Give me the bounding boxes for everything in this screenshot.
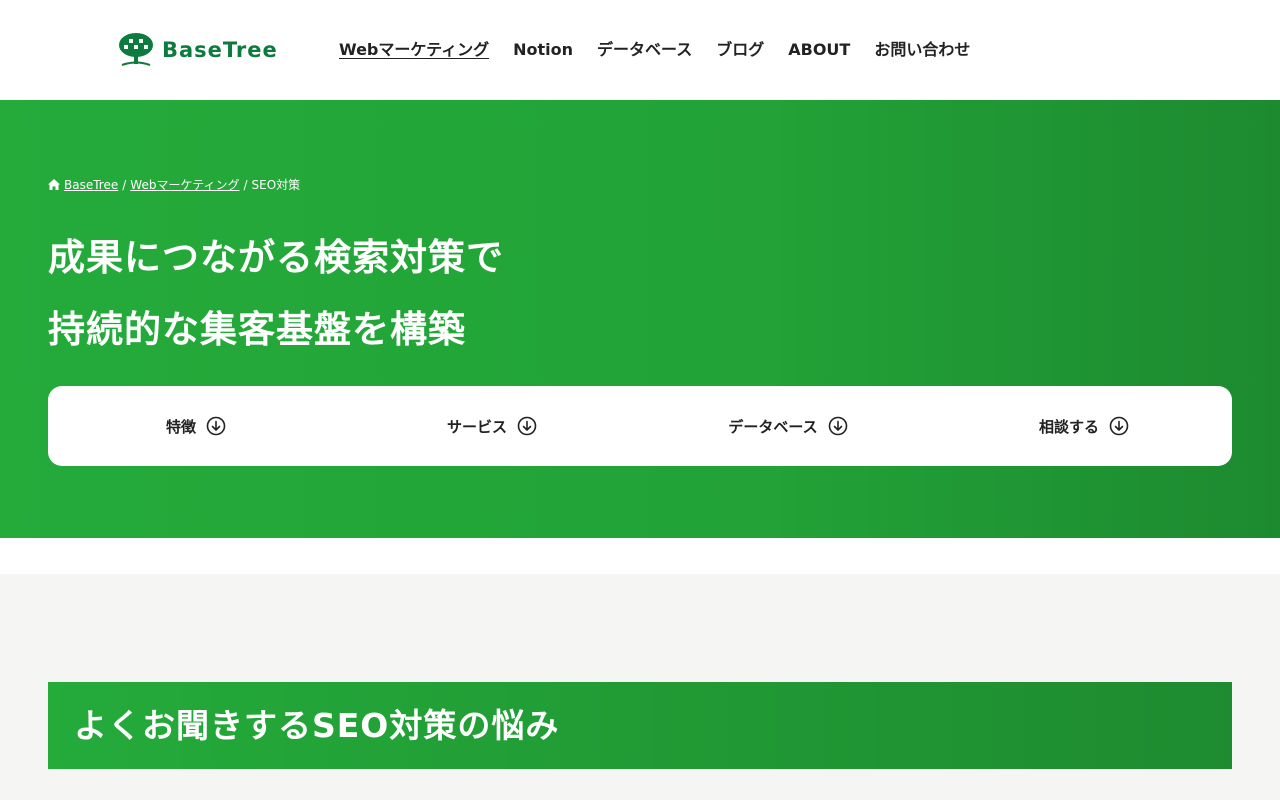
main-nav: Webマーケティング Notion データベース ブログ ABOUT お問い合わ… [339, 38, 970, 62]
hero-title-line2: 持続的な集客基盤を構築 [48, 308, 466, 351]
concerns-section: よくお聞きするSEO対策の悩み [0, 574, 1280, 800]
home-icon [48, 179, 60, 190]
breadcrumb-separator: / [243, 177, 248, 192]
breadcrumb: BaseTree / Webマーケティング / SEO対策 [48, 176, 300, 193]
anchor-features[interactable]: 特徴 [48, 386, 344, 466]
anchor-nav: 特徴 サービス データベース 相談する [48, 386, 1232, 466]
nav-database[interactable]: データベース [597, 38, 692, 62]
section-separator [0, 538, 1280, 574]
nav-web-marketing[interactable]: Webマーケティング [339, 38, 489, 62]
nav-about[interactable]: ABOUT [788, 38, 850, 62]
anchor-database[interactable]: データベース [640, 386, 936, 466]
hero: BaseTree / Webマーケティング / SEO対策 成果につながる検索対… [0, 100, 1280, 538]
section-heading: よくお聞きするSEO対策の悩み [48, 682, 1232, 769]
anchor-label: 特徴 [165, 417, 196, 436]
breadcrumb-web-marketing[interactable]: Webマーケティング [130, 176, 239, 193]
site-header: BaseTree Webマーケティング Notion データベース ブログ AB… [0, 0, 1280, 100]
hero-title-line1: 成果につながる検索対策で [48, 236, 504, 279]
anchor-services[interactable]: サービス [344, 386, 640, 466]
breadcrumb-separator: / [122, 177, 127, 192]
nav-blog[interactable]: ブログ [716, 38, 764, 62]
anchor-label: データベース [728, 417, 818, 436]
breadcrumb-current: SEO対策 [251, 178, 301, 192]
logo-text: BaseTree [162, 38, 278, 62]
logo[interactable]: BaseTree [116, 32, 278, 68]
breadcrumb-home[interactable]: BaseTree [64, 178, 118, 192]
hero-title: 成果につながる検索対策で 持続的な集客基盤を構築 [48, 222, 504, 366]
arrow-down-circle-icon [206, 416, 226, 436]
arrow-down-circle-icon [828, 416, 847, 436]
arrow-down-circle-icon [1109, 416, 1129, 436]
arrow-down-circle-icon [517, 416, 537, 436]
anchor-consult[interactable]: 相談する [936, 386, 1232, 466]
nav-contact[interactable]: お問い合わせ [874, 38, 970, 62]
tree-logo-icon [119, 33, 153, 66]
nav-notion[interactable]: Notion [513, 38, 573, 62]
anchor-label: サービス [446, 417, 507, 436]
anchor-label: 相談する [1038, 417, 1099, 436]
